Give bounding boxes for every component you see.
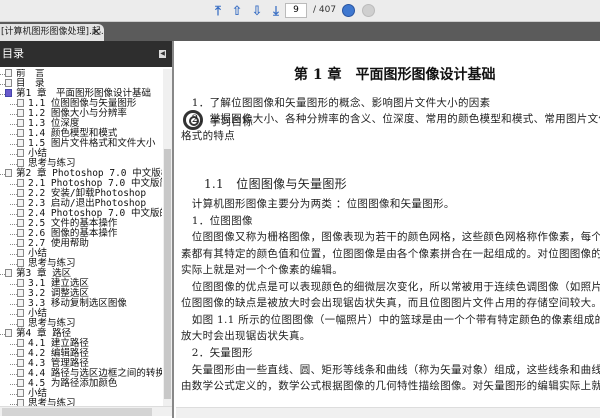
page-icon (5, 79, 12, 87)
section-heading: 1.1 位图图像与矢量图形 (204, 177, 347, 191)
toolbar: ⤒ ⇧ ⇩ ⤓ 9 / 407 (0, 0, 600, 22)
toc-item[interactable]: 1.2 图像大小与分辨率 (0, 109, 162, 119)
page-icon (17, 239, 24, 247)
toc-tree: 前 言目 录第1 章 平面图形图像设计基础 1.1 位图图像与矢量图形 1.2 图像… (0, 69, 162, 406)
paragraph-line: 由数学公式定义的，数学公式根据图像的几何特性描绘图像。对矢量图形的编辑实际上就是… (181, 380, 600, 392)
vertical-scrollbar[interactable] (163, 69, 172, 406)
page-icon (17, 249, 24, 257)
zoom-in-icon[interactable] (362, 4, 375, 17)
paragraph-line: 2．掌握图像大小、各种分辨率的含义、位深度、常用的颜色模型和模式、常用图片文件 (181, 113, 600, 125)
next-page-icon[interactable]: ⇩ (249, 3, 265, 19)
page-icon (17, 129, 24, 137)
page-number-input[interactable]: 9 (285, 3, 307, 18)
page-icon (5, 269, 12, 277)
toc-item[interactable]: 3.3 移动复制选区图像 (0, 299, 162, 309)
page-icon (17, 229, 24, 237)
paragraph-line: 位图图像的缺点是被放大时会出现锯齿状失真，而且位图图片文件占用的存储空间较大。 (181, 297, 600, 309)
first-page-icon[interactable]: ⤒ (210, 3, 226, 19)
page-icon (17, 309, 24, 317)
paragraph-line: 计算机图形图像主要分为两类 ：位图图像和矢量图形。 (181, 198, 455, 210)
page-icon (17, 369, 24, 377)
paragraph-line: 实际上就是对一个个像素的编辑。 (181, 264, 343, 276)
page-icon (5, 89, 12, 97)
toc-item[interactable]: 小结 (0, 249, 162, 259)
document-tab[interactable]: [计算机图形图像处理].起... ✕ (0, 24, 104, 41)
paragraph-line: 1．位图图像 (181, 215, 253, 227)
collapse-icon[interactable]: ◀ (159, 50, 166, 58)
tab-bar: [计算机图形图像处理].起... ✕ (0, 22, 600, 41)
paragraph-line: 2．矢量图形 (181, 347, 253, 359)
chapter-title: 第 1 章 平面图形图像设计基础 (294, 67, 496, 83)
toc-item[interactable]: 小结 (0, 309, 162, 319)
zoom-out-icon[interactable] (342, 4, 355, 17)
toc-item[interactable]: 2.7 使用帮助 (0, 239, 162, 249)
toc-item[interactable]: 小结 (0, 149, 162, 159)
page-icon (5, 69, 12, 77)
sidebar-header: 目录 ◀ (0, 41, 172, 67)
close-icon[interactable]: ✕ (92, 24, 100, 41)
toc-item[interactable]: 4.5 为路径添加颜色 (0, 379, 162, 389)
document-page: 第 1 章 平面图形图像设计基础 学习目标 1．了解位图图像和矢量图形的概念、影… (176, 41, 600, 418)
page-icon (5, 329, 12, 337)
paragraph-line: 如图 1.1 所示的位图图像（一幅照片）中的篮球是由一个个带有特定颜色的像素组成… (181, 314, 600, 326)
paragraph-line: 矢量图形由一些直线、圆、矩形等线条和曲线（称为矢量对象）组成，这些线条和曲线是 (181, 364, 600, 376)
paragraph-line: 位图图像的优点是可以表现颜色的细微层次变化，所以常被用于连续色调图像（如照片）。 (181, 281, 600, 293)
horizontal-scrollbar[interactable] (0, 406, 172, 416)
toc-item-label: 1.5 图片文件格式和文件大小 (28, 138, 156, 149)
paragraph-line: 位图图像又称为栅格图像，图像表现为若干的颜色网格，这些颜色网格称作像素，每个像 (181, 231, 600, 243)
page-icon (17, 219, 24, 227)
page-icon (5, 169, 12, 177)
page-icon (17, 359, 24, 367)
paragraph-line: 放大时会出现锯齿状失真。 (181, 330, 311, 342)
page-icon (17, 349, 24, 357)
last-page-icon[interactable]: ⤓ (268, 3, 284, 19)
bookmarks-sidebar: 目录 ◀ 前 言目 录第1 章 平面图形图像设计基础 1.1 位图图像与矢量图形 1… (0, 41, 174, 418)
page-icon (17, 209, 24, 217)
page-icon (17, 339, 24, 347)
paragraph-line: 格式的特点 (181, 130, 235, 142)
page-icon (17, 259, 24, 267)
paragraph-line: 1．了解位图图像和矢量图形的概念、影响图片文件大小的因素 (181, 97, 491, 109)
page-icon (17, 99, 24, 107)
page-icon (17, 299, 24, 307)
page-icon (17, 139, 24, 147)
page-icon (17, 119, 24, 127)
sidebar-title: 目录 (2, 47, 24, 60)
tab-label: [计算机图形图像处理].起... (1, 27, 104, 37)
page-icon (17, 159, 24, 167)
scroll-thumb[interactable] (2, 408, 152, 416)
page-icon (17, 189, 24, 197)
page-icon (17, 279, 24, 287)
page-icon (17, 149, 24, 157)
page-icon (17, 109, 24, 117)
page-icon (17, 179, 24, 187)
paragraph-line: 素都有其特定的颜色值和位置，位图图像是由各个像素拼合在一起组成的。对位图图像的编… (181, 248, 600, 260)
page-icon (17, 389, 24, 397)
page-icon (17, 399, 24, 406)
toc-item[interactable]: 小结 (0, 389, 162, 399)
toc-item-label: 思考与练习 (28, 398, 76, 407)
prev-page-icon[interactable]: ⇧ (229, 3, 245, 19)
horizontal-scrollbar[interactable] (176, 407, 600, 418)
page-icon (17, 319, 24, 327)
page-total: / 407 (313, 5, 337, 15)
page-icon (17, 199, 24, 207)
page-icon (17, 289, 24, 297)
toc-item[interactable]: 1.5 图片文件格式和文件大小 (0, 139, 162, 149)
toc-item[interactable]: 思考与练习 (0, 399, 162, 406)
scroll-thumb[interactable] (164, 149, 171, 399)
page-icon (17, 379, 24, 387)
